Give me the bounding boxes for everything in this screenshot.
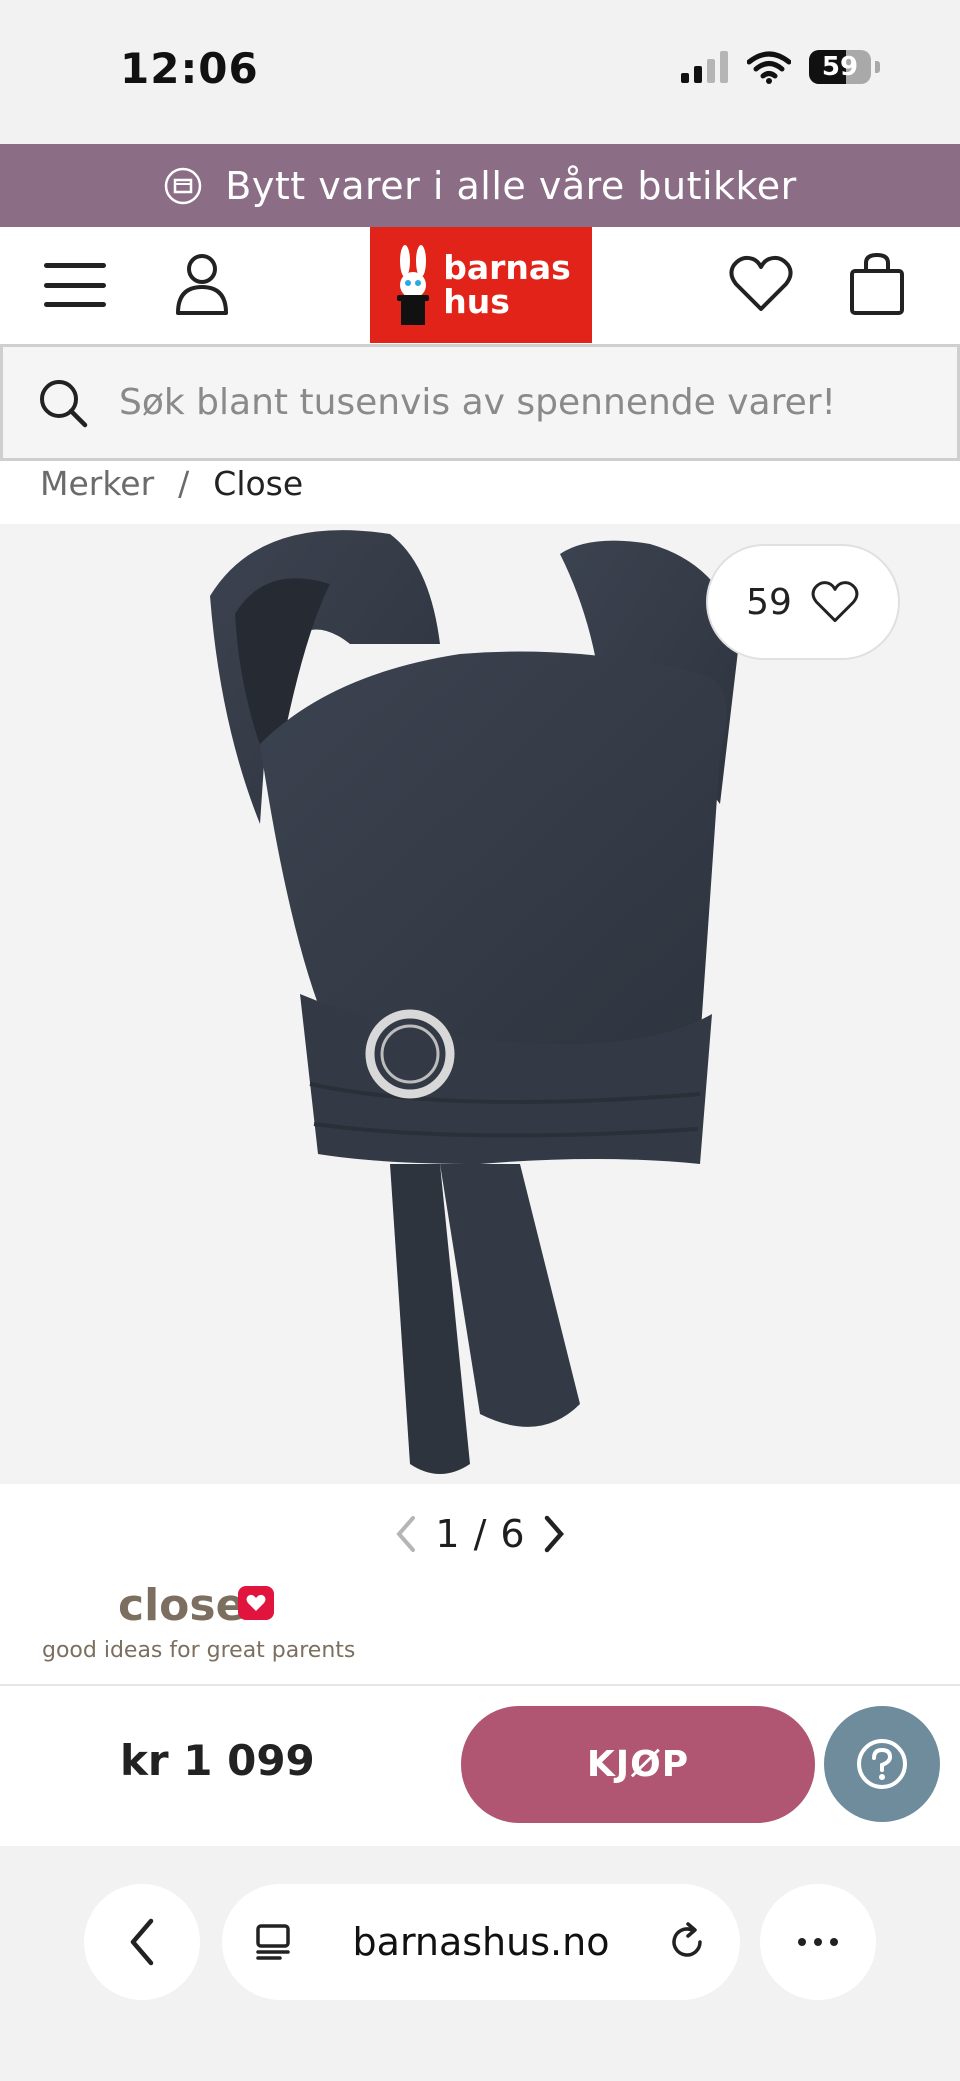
status-icons: 59: [681, 50, 880, 84]
divider: [0, 1684, 960, 1686]
menu-icon-bar: [44, 282, 106, 288]
brand-logo-close[interactable]: close good ideas for great parents: [40, 1580, 370, 1670]
logo-line-1: barnas: [443, 248, 571, 287]
brand-name: close: [118, 1580, 246, 1631]
heart-outline-icon: [811, 581, 859, 623]
ellipsis-icon-dot: [830, 1938, 838, 1946]
barnashus-logo[interactable]: barnas hus: [370, 227, 592, 343]
favorite-count: 59: [746, 581, 792, 623]
address-bar[interactable]: barnashus.no: [222, 1884, 740, 2000]
brand-heart-icon: [238, 1586, 274, 1620]
gallery-pager: 1 / 6: [0, 1504, 960, 1564]
promo-banner[interactable]: Bytt varer i alle våre butikker: [0, 144, 960, 227]
ellipsis-icon-dot: [798, 1938, 806, 1946]
menu-icon-bar: [44, 263, 106, 268]
reload-icon[interactable]: [668, 1920, 708, 1964]
menu-icon-bar: [44, 302, 106, 307]
page-menu-icon[interactable]: [254, 1922, 294, 1962]
battery-indicator: 59: [809, 50, 871, 84]
brand-tagline: good ideas for great parents: [42, 1638, 356, 1663]
search-placeholder: Søk blant tusenvis av spennende varer!: [119, 382, 836, 423]
breadcrumb: Merker / Close: [40, 458, 303, 508]
pager-separator: /: [473, 1512, 487, 1556]
logo-line-2: hus: [443, 282, 510, 321]
cellular-signal-icon: [681, 51, 728, 83]
product-image-gallery[interactable]: [0, 524, 960, 1484]
chevron-right-icon[interactable]: [539, 1514, 569, 1554]
site-header: barnas hus: [0, 227, 960, 343]
account-icon[interactable]: [172, 251, 232, 317]
battery-percent: 59: [821, 52, 859, 82]
help-button[interactable]: [824, 1706, 940, 1822]
promo-text: Bytt varer i alle våre butikker: [225, 163, 797, 208]
battery-nub: [875, 61, 880, 73]
back-button[interactable]: [84, 1884, 200, 2000]
pager-total: 6: [500, 1512, 525, 1556]
heart-icon[interactable]: [728, 253, 794, 315]
favorite-button[interactable]: 59: [706, 544, 900, 660]
product-price: kr 1 099: [120, 1736, 315, 1785]
status-time: 12:06: [120, 44, 259, 93]
search-icon: [40, 379, 88, 427]
browser-toolbar: barnashus.no: [0, 1846, 960, 2081]
chevron-left-icon: [130, 1918, 154, 1966]
more-button[interactable]: [760, 1884, 876, 2000]
exchange-box-icon: [165, 167, 202, 204]
chevron-left-icon[interactable]: [391, 1514, 421, 1554]
search-input[interactable]: Søk blant tusenvis av spennende varer!: [0, 344, 960, 461]
url-text: barnashus.no: [352, 1920, 610, 1964]
breadcrumb-separator: /: [178, 463, 190, 503]
pager-current: 1: [435, 1512, 460, 1556]
product-image-baby-carrier[interactable]: [0, 524, 960, 1484]
breadcrumb-close[interactable]: Close: [213, 464, 303, 503]
status-bar: 12:06 59: [0, 0, 960, 144]
breadcrumb-merker[interactable]: Merker: [40, 464, 154, 503]
menu-button[interactable]: [40, 257, 110, 313]
ellipsis-icon-dot: [814, 1938, 822, 1946]
shopping-bag-icon[interactable]: [846, 251, 908, 317]
bunny-hat-logo-icon: [397, 245, 430, 325]
wifi-icon: [747, 51, 791, 84]
help-icon: [857, 1739, 907, 1789]
buy-button[interactable]: KJØP: [461, 1706, 815, 1823]
logo-wordmark: barnas hus: [443, 251, 571, 319]
